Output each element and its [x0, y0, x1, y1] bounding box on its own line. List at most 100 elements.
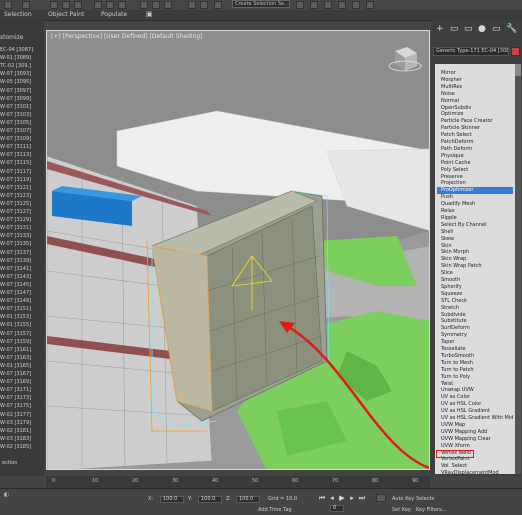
object-name-field[interactable]: Generic Type-171 EC-04 [3087]: [433, 47, 509, 56]
go-to-start-icon[interactable]: ⏮: [318, 494, 326, 502]
ribbon-toggle-icon[interactable]: ▣: [146, 10, 153, 18]
scene-list-item[interactable]: W-01 [3165]: [0, 362, 42, 370]
scene-list-item[interactable]: W-07 [3125]: [0, 200, 42, 208]
snap-icon[interactable]: [140, 1, 148, 9]
x-coordinate-field[interactable]: 100.0: [160, 496, 184, 503]
scene-list-item[interactable]: W-07 [3103]: [0, 111, 42, 119]
scene-list-item[interactable]: W-07 [3157]: [0, 330, 42, 338]
scene-list-item[interactable]: W-07 [3105]: [0, 119, 42, 127]
scene-list-item[interactable]: W-07 [3121]: [0, 184, 42, 192]
scene-list-item[interactable]: W-07 [3137]: [0, 249, 42, 257]
modifier-list[interactable]: Mirror Morpher MultiRes Noise Normal OpenSubd…: [435, 64, 515, 477]
scene-list-item[interactable]: W-07 [3097]: [0, 87, 42, 95]
scene-list-item[interactable]: W-07 [3093]: [0, 70, 42, 78]
scene-list-item[interactable]: W-07 [3163]: [0, 354, 42, 362]
next-frame-icon[interactable]: ▸: [348, 494, 356, 502]
key-filters-button[interactable]: Key Filters...: [416, 507, 446, 513]
render-icon[interactable]: [366, 1, 374, 9]
key-mode-icon[interactable]: [376, 494, 386, 502]
timeline-ruler[interactable]: 0 10 20 30 40 50 60 70 80 90: [46, 476, 430, 488]
scene-list-item[interactable]: W-07 [3151]: [0, 305, 42, 313]
set-key-button[interactable]: Set Key: [392, 507, 411, 513]
scene-list-item[interactable]: W-07 [3149]: [0, 297, 42, 305]
modifier-list-item[interactable]: VRayDisplacementMod: [441, 470, 513, 477]
scene-list-item[interactable]: W-07 [3109]: [0, 135, 42, 143]
scene-list-item[interactable]: W-07 [3147]: [0, 289, 42, 297]
scene-list-item[interactable]: W-07 [3141]: [0, 265, 42, 273]
z-coordinate-field[interactable]: 100.0: [236, 496, 260, 503]
scene-list-item[interactable]: W-07 [3111]: [0, 143, 42, 151]
render-setup-icon[interactable]: [338, 1, 346, 9]
scene-list-item[interactable]: W-07 [3115]: [0, 159, 42, 167]
scene-list-item[interactable]: W-07 [3159]: [0, 338, 42, 346]
move-icon[interactable]: [94, 1, 102, 9]
scene-list-item[interactable]: W-07 [3099]: [0, 95, 42, 103]
scene-list-item[interactable]: W-01 [3153]: [0, 313, 42, 321]
prev-frame-icon[interactable]: ◂: [328, 494, 336, 502]
scene-list-item[interactable]: TC-02 [309.]: [0, 62, 42, 70]
utilities-tab-icon[interactable]: 🔧: [506, 24, 517, 34]
schematic-icon[interactable]: [310, 1, 318, 9]
ribbon-tab-object-paint[interactable]: Object Paint: [48, 11, 84, 18]
modifier-list-scrollbar-thumb[interactable]: [515, 64, 521, 76]
scene-list-item[interactable]: W-07 [3117]: [0, 168, 42, 176]
play-icon[interactable]: ▶: [338, 494, 346, 502]
motion-tab-icon[interactable]: ●: [478, 24, 486, 34]
render-frame-icon[interactable]: [352, 1, 360, 9]
select-by-name-icon[interactable]: [62, 1, 70, 9]
select-icon[interactable]: [50, 1, 58, 9]
rotate-icon[interactable]: [106, 1, 114, 9]
scene-list-item[interactable]: W-07 [3143]: [0, 273, 42, 281]
create-tab-icon[interactable]: +: [436, 24, 444, 34]
scene-list-item[interactable]: W-07 [3161]: [0, 346, 42, 354]
perspective-viewport[interactable]: [+] [Perspective] [User Defined] [Defaul…: [46, 30, 430, 470]
align-icon[interactable]: [200, 1, 208, 9]
mirror-icon[interactable]: [188, 1, 196, 9]
max-script-icon[interactable]: ◧: [4, 492, 9, 498]
scene-list-item[interactable]: W-07 [3129]: [0, 216, 42, 224]
rect-select-icon[interactable]: [74, 1, 82, 9]
scene-list-item[interactable]: W-02 [3181]: [0, 427, 42, 435]
scene-list-item[interactable]: W-03 [3183]: [0, 435, 42, 443]
scene-list-item[interactable]: W-07 [3171]: [0, 386, 42, 394]
scene-list-item[interactable]: W-07 [3133]: [0, 232, 42, 240]
scene-list-item[interactable]: W-03 [3179]: [0, 419, 42, 427]
material-editor-icon[interactable]: [324, 1, 332, 9]
scene-list-item[interactable]: W-07 [3101]: [0, 103, 42, 111]
scene-list-item[interactable]: W-07 [3135]: [0, 240, 42, 248]
modifier-list-scrollbar[interactable]: [515, 64, 521, 474]
selected-dropdown[interactable]: Selecte: [416, 496, 435, 502]
selection-set-dropdown[interactable]: Create Selection Se...: [232, 0, 290, 8]
auto-key-button[interactable]: Auto Key: [392, 496, 414, 502]
object-color-swatch[interactable]: [511, 47, 520, 56]
undo-icon[interactable]: [4, 1, 12, 9]
scene-list-item[interactable]: W-07 [3127]: [0, 208, 42, 216]
viewport-label[interactable]: [+] [Perspective] [User Defined] [Defaul…: [51, 33, 202, 40]
scene-list-item[interactable]: W-01 [3089]: [0, 54, 42, 62]
scene-list-item[interactable]: W-07 [3139]: [0, 257, 42, 265]
curve-editor-icon[interactable]: [296, 1, 304, 9]
percent-snap-icon[interactable]: [164, 1, 172, 9]
scene-list-item[interactable]: W-07 [3107]: [0, 127, 42, 135]
scene-list-item[interactable]: W-07 [3119]: [0, 176, 42, 184]
ribbon-tab-selection[interactable]: Selection: [4, 11, 32, 18]
scene-list-item[interactable]: W-07 [3123]: [0, 192, 42, 200]
scene-list-item[interactable]: W-07 [3175]: [0, 402, 42, 410]
hierarchy-tab-icon[interactable]: ▭: [464, 24, 473, 34]
scene-list-item[interactable]: W-07 [3113]: [0, 151, 42, 159]
add-time-tag-label[interactable]: Add Time Tag: [258, 507, 292, 513]
scene-list-item[interactable]: W-02 [3185]: [0, 443, 42, 451]
layers-icon[interactable]: [214, 1, 222, 9]
y-coordinate-field[interactable]: 100.0: [198, 496, 222, 503]
scene-list-item[interactable]: W-01 [3155]: [0, 321, 42, 329]
scene-list-item[interactable]: EC-04 [3087]: [0, 46, 42, 54]
go-to-end-icon[interactable]: ⏭: [358, 494, 366, 502]
angle-snap-icon[interactable]: [152, 1, 160, 9]
scene-list-item[interactable]: W-07 [3145]: [0, 281, 42, 289]
scene-explorer-footer[interactable]: ection: [2, 460, 17, 466]
current-frame-field[interactable]: 0: [330, 505, 344, 512]
scene-explorer-header[interactable]: stomize: [0, 34, 24, 41]
modify-tab-icon[interactable]: ▭: [450, 24, 459, 34]
scene-list-item[interactable]: W-07 [3173]: [0, 394, 42, 402]
scene-list-item[interactable]: W-07 [3169]: [0, 378, 42, 386]
